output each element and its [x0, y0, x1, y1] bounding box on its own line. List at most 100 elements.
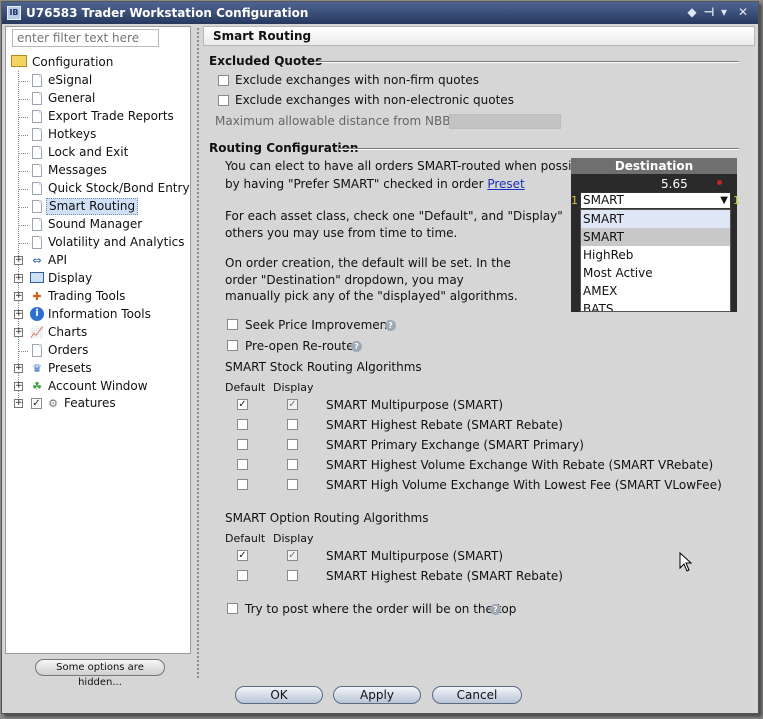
document-icon [32, 200, 42, 213]
config-tree-pane: Configuration eSignal General Export Tra… [5, 26, 191, 654]
destination-option[interactable]: SMART [581, 210, 730, 228]
stock-default-checkbox[interactable] [237, 459, 248, 470]
app-icon: IB [7, 6, 21, 20]
display-column-header: Display [273, 532, 314, 545]
orders-icon [32, 344, 42, 357]
sidebar-item-quick-stock-bond-entry[interactable]: Quick Stock/Bond Entry [6, 180, 190, 197]
option-default-checkbox[interactable] [237, 570, 248, 581]
destination-option[interactable]: HighReb [581, 246, 730, 264]
hidden-options-button[interactable]: Some options are hidden... [35, 659, 165, 688]
sidebar-item-sound-manager[interactable]: Sound Manager [6, 216, 186, 233]
stock-display-checkbox[interactable] [287, 419, 298, 430]
sidebar-item-volatility-and-analytics[interactable]: Volatility and Analytics [6, 234, 186, 251]
destination-option[interactable]: AMEX [581, 282, 730, 300]
destination-option[interactable]: BATS [581, 300, 730, 311]
sidebar-item-hotkeys[interactable]: Hotkeys [6, 126, 186, 143]
routing-help-text: others you may use from time to time. [225, 226, 458, 240]
destination-option[interactable]: SMART [581, 228, 730, 246]
expand-icon[interactable]: + [14, 382, 23, 391]
tree-root-configuration[interactable]: Configuration [10, 54, 180, 71]
close-icon[interactable]: ✕ [736, 5, 750, 20]
non-electronic-quotes-checkbox[interactable] [218, 95, 229, 106]
sidebar-item-esignal[interactable]: eSignal [6, 72, 186, 89]
sidebar-item-label: Features [64, 396, 116, 410]
sidebar-item-general[interactable]: General [6, 90, 186, 107]
expand-icon[interactable]: + [14, 310, 23, 319]
expand-icon[interactable]: + [14, 399, 23, 408]
stock-default-checkbox[interactable]: ✓ [237, 399, 248, 410]
sidebar-item-orders[interactable]: Orders [6, 342, 186, 359]
stock-display-checkbox[interactable] [287, 439, 298, 450]
sidebar-item-account-window[interactable]: + ☘ Account Window [6, 378, 186, 395]
help-icon[interactable]: ? [351, 341, 362, 352]
config-window: IB U76583 Trader Workstation Configurati… [1, 1, 759, 714]
routing-help-text: order "Destination" dropdown, you may [225, 273, 464, 287]
cancel-button[interactable]: Cancel [432, 686, 522, 704]
expand-icon[interactable]: + [14, 274, 23, 283]
sidebar-item-export-trade-reports[interactable]: Export Trade Reports [6, 108, 186, 125]
left-marker: 1 [571, 194, 578, 207]
sidebar-item-api[interactable]: + ⇔ API [6, 252, 186, 269]
nbbo-distance-field [449, 114, 561, 129]
stock-default-checkbox[interactable] [237, 419, 248, 430]
minimize-icon[interactable]: ▾ [717, 5, 731, 20]
stock-display-checkbox[interactable] [287, 459, 298, 470]
option-display-checkbox[interactable] [287, 570, 298, 581]
sidebar-item-features[interactable]: + ✓ ⚙ Features [6, 395, 186, 412]
sidebar-item-presets[interactable]: + ♛ Presets [6, 360, 186, 377]
ok-button[interactable]: OK [235, 686, 323, 704]
excluded-quotes-heading: Excluded Quotes [209, 54, 323, 68]
try-post-top-checkbox[interactable] [227, 603, 238, 614]
sidebar-item-charts[interactable]: + 📈 Charts [6, 324, 186, 341]
sidebar-item-display[interactable]: + Display [6, 270, 186, 287]
pane-splitter[interactable] [197, 28, 199, 678]
sidebar-item-trading-tools[interactable]: + ✚ Trading Tools [6, 288, 186, 305]
sidebar-item-label: eSignal [48, 73, 93, 87]
preopen-reroute-checkbox[interactable] [227, 340, 238, 351]
document-icon [32, 236, 42, 249]
expand-icon[interactable]: + [14, 328, 23, 337]
features-checkbox[interactable]: ✓ [31, 398, 42, 409]
preset-link[interactable]: Preset [487, 177, 524, 191]
destination-dropdown[interactable]: SMART ▼ [580, 192, 731, 209]
display-column-header: Display [273, 381, 314, 394]
sidebar-item-label: API [48, 253, 67, 267]
destination-options-list: SMART SMART HighReb Most Active AMEX BAT… [580, 209, 731, 312]
seek-price-improvement-checkbox[interactable] [227, 319, 238, 330]
dropdown-arrow-icon[interactable]: ▼ [720, 193, 728, 208]
document-icon [32, 182, 42, 195]
help-icon[interactable]: ? [490, 604, 501, 615]
filter-input[interactable] [12, 29, 159, 47]
title-bar[interactable]: IB U76583 Trader Workstation Configurati… [2, 2, 758, 24]
expand-icon[interactable]: + [14, 256, 23, 265]
option-default-checkbox[interactable]: ✓ [237, 550, 248, 561]
stock-display-checkbox[interactable] [287, 479, 298, 490]
seek-price-improvement-label: Seek Price Improvement [245, 318, 392, 332]
display-icon [30, 272, 44, 283]
section-divider [315, 61, 739, 63]
stock-default-checkbox[interactable] [237, 479, 248, 490]
trading-tools-icon: ✚ [32, 290, 42, 303]
sidebar-item-label: Presets [48, 361, 92, 375]
routing-help-text-part: by having "Prefer SMART" checked in orde… [225, 177, 484, 191]
stock-algo-label: SMART Highest Volume Exchange With Rebat… [326, 458, 714, 472]
sidebar-item-lock-and-exit[interactable]: Lock and Exit [6, 144, 186, 161]
default-column-header: Default [225, 381, 266, 394]
sidebar-item-messages[interactable]: Messages [6, 162, 186, 179]
sidebar-item-smart-routing[interactable]: Smart Routing [6, 198, 186, 215]
sidebar-item-label: Account Window [48, 379, 148, 393]
expand-icon[interactable]: + [14, 292, 23, 301]
non-firm-quotes-checkbox[interactable] [218, 75, 229, 86]
sidebar-item-label: Volatility and Analytics [48, 235, 185, 249]
features-icon: ⚙ [48, 397, 58, 410]
help-icon[interactable]: ? [385, 320, 396, 331]
stock-display-checkbox: ✓ [287, 399, 298, 410]
expand-icon[interactable]: + [14, 364, 23, 373]
dock-icon[interactable]: ◆ [685, 5, 699, 20]
apply-button[interactable]: Apply [333, 686, 421, 704]
sidebar-item-information-tools[interactable]: + i Information Tools [6, 306, 186, 323]
destination-option[interactable]: Most Active [581, 264, 730, 282]
stock-default-checkbox[interactable] [237, 439, 248, 450]
sidebar-item-label: Trading Tools [48, 289, 126, 303]
pin-icon[interactable]: ⊣ [702, 5, 716, 20]
